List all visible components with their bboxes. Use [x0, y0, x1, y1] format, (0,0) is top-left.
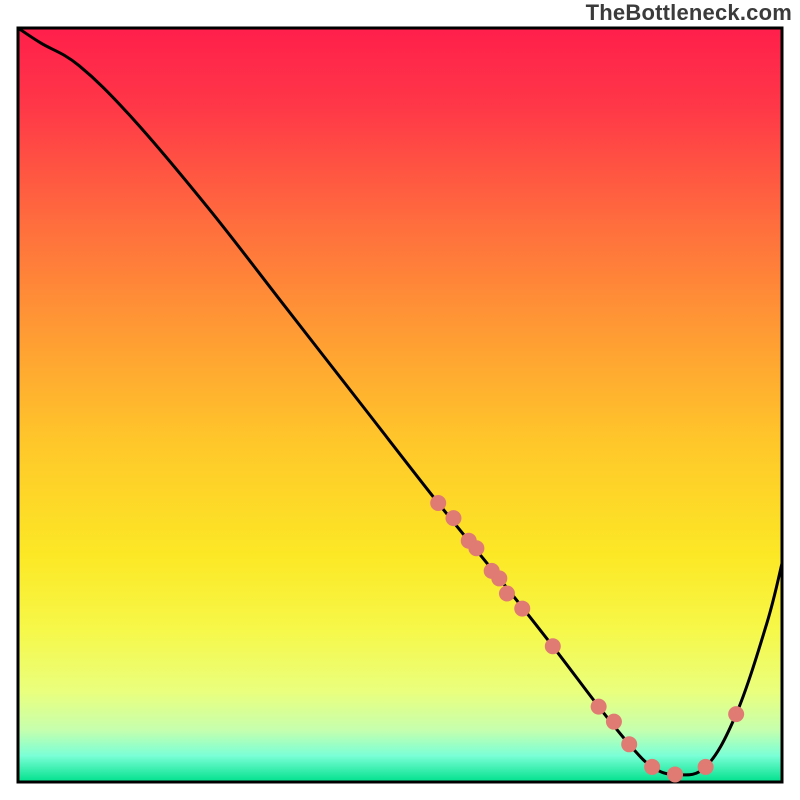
curve-marker: [644, 759, 660, 775]
curve-marker: [606, 714, 622, 730]
curve-marker: [514, 601, 530, 617]
curve-marker: [468, 540, 484, 556]
curve-marker: [430, 495, 446, 511]
curve-marker: [491, 570, 507, 586]
watermark-text: TheBottleneck.com: [586, 0, 792, 26]
bottleneck-chart: [0, 0, 800, 800]
curve-marker: [445, 510, 461, 526]
curve-marker: [499, 586, 515, 602]
curve-marker: [667, 766, 683, 782]
curve-marker: [621, 736, 637, 752]
plot-gradient-background: [18, 28, 782, 782]
curve-marker: [728, 706, 744, 722]
curve-marker: [591, 699, 607, 715]
chart-container: TheBottleneck.com: [0, 0, 800, 800]
curve-marker: [545, 638, 561, 654]
curve-marker: [698, 759, 714, 775]
